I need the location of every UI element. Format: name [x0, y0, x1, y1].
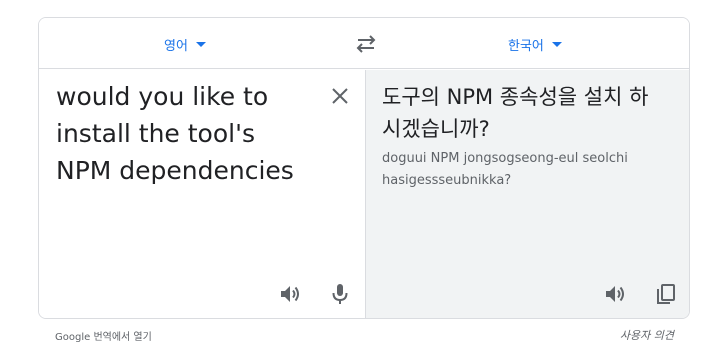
romanization-line: hasigessseubnikka? — [382, 173, 512, 188]
speaker-icon[interactable] — [603, 282, 627, 306]
romanization-text: doguui NPM jongsogseong-eul seolchi hasi… — [382, 148, 682, 192]
target-language-label: 한국어 — [508, 38, 544, 54]
source-text-input[interactable]: would you like to install the tool's NPM… — [56, 78, 316, 189]
chevron-down-icon — [195, 41, 206, 47]
feedback-link[interactable]: 사용자 의견 — [620, 327, 674, 343]
source-text-line: NPM dependencies — [56, 156, 294, 185]
translate-card: 영어 한국어 would you like to install the too… — [38, 17, 690, 319]
close-icon[interactable] — [328, 84, 352, 108]
copy-icon[interactable] — [654, 282, 678, 306]
language-bar: 영어 한국어 — [39, 18, 689, 69]
translation-line: 도구의 NPM 종속성을 설치 하 — [382, 85, 649, 109]
swap-arrows-icon[interactable] — [353, 34, 379, 54]
speaker-icon[interactable] — [278, 282, 302, 306]
source-text-line: would you like to — [56, 82, 269, 111]
source-text-line: install the tool's — [56, 119, 255, 148]
translation-text: 도구의 NPM 종속성을 설치 하 시겠습니까? — [382, 81, 682, 145]
translation-line: 시겠습니까? — [382, 117, 490, 141]
chevron-down-icon — [551, 41, 562, 47]
target-language-selector[interactable]: 한국어 — [508, 33, 562, 55]
source-language-selector[interactable]: 영어 — [164, 33, 206, 55]
source-language-label: 영어 — [164, 38, 188, 54]
open-in-translate-link[interactable]: Google 번역에서 열기 — [55, 328, 152, 343]
romanization-line: doguui NPM jongsogseong-eul seolchi — [382, 151, 628, 166]
source-pane: would you like to install the tool's NPM… — [39, 70, 365, 318]
microphone-icon[interactable] — [328, 282, 352, 306]
target-pane: 도구의 NPM 종속성을 설치 하 시겠습니까? doguui NPM jong… — [365, 70, 689, 318]
